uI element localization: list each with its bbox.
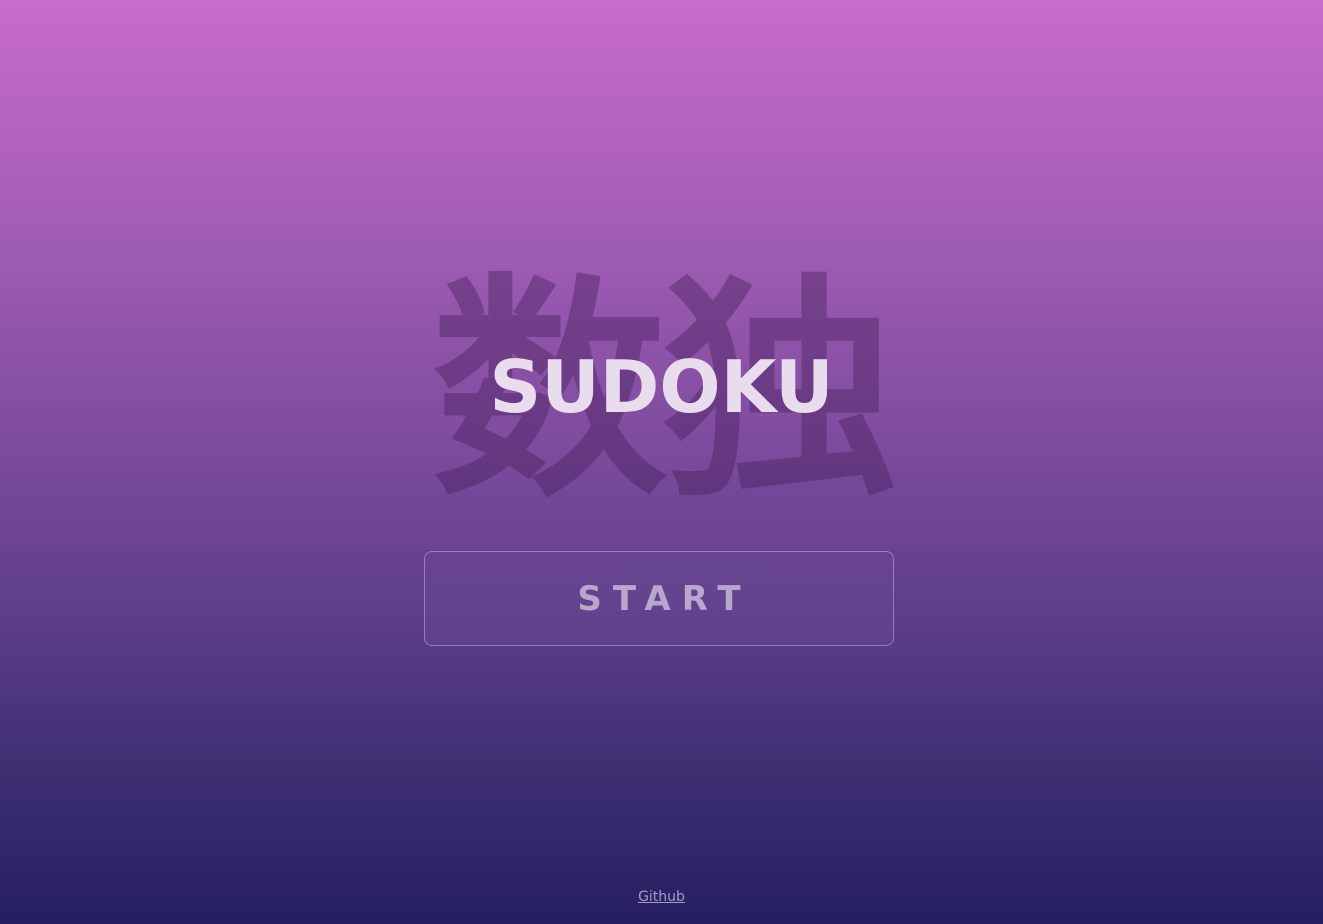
game-title: SUDOKU: [489, 345, 834, 429]
start-button-label: START: [577, 578, 752, 619]
footer: Github: [0, 887, 1323, 907]
start-button[interactable]: START: [424, 551, 894, 646]
github-link[interactable]: Github: [638, 889, 685, 905]
